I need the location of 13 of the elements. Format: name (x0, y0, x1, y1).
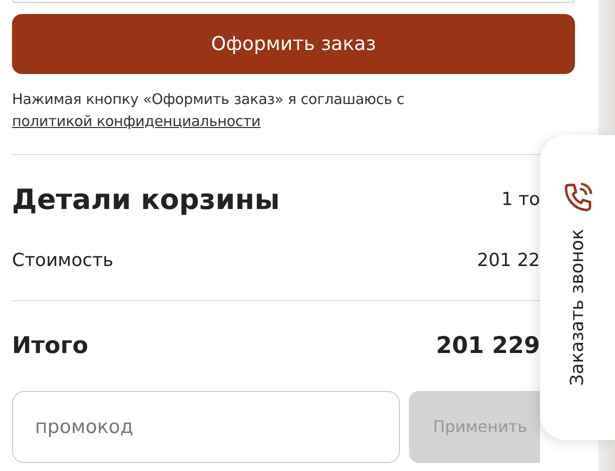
callback-tab[interactable]: Заказать звонок (540, 135, 615, 440)
cost-label: Стоимость (12, 248, 114, 273)
phone-icon (562, 181, 592, 213)
callback-label: Заказать звонок (566, 229, 589, 386)
consent-text: Нажимая кнопку «Оформить заказ» я соглашаюсь с политикой конфиденциальности (12, 91, 406, 132)
item-count: 1 то (501, 188, 540, 212)
privacy-link[interactable]: политикой конфиденциальности (12, 114, 261, 130)
total-value: 201 229 (436, 332, 540, 361)
total-label: Итого (12, 332, 88, 361)
section-title: Детали корзины (12, 182, 280, 217)
promo-field[interactable]: промокод (12, 391, 400, 464)
cost-value: 201 22 (477, 248, 540, 273)
checkout-button[interactable]: Оформить заказ (12, 14, 575, 74)
